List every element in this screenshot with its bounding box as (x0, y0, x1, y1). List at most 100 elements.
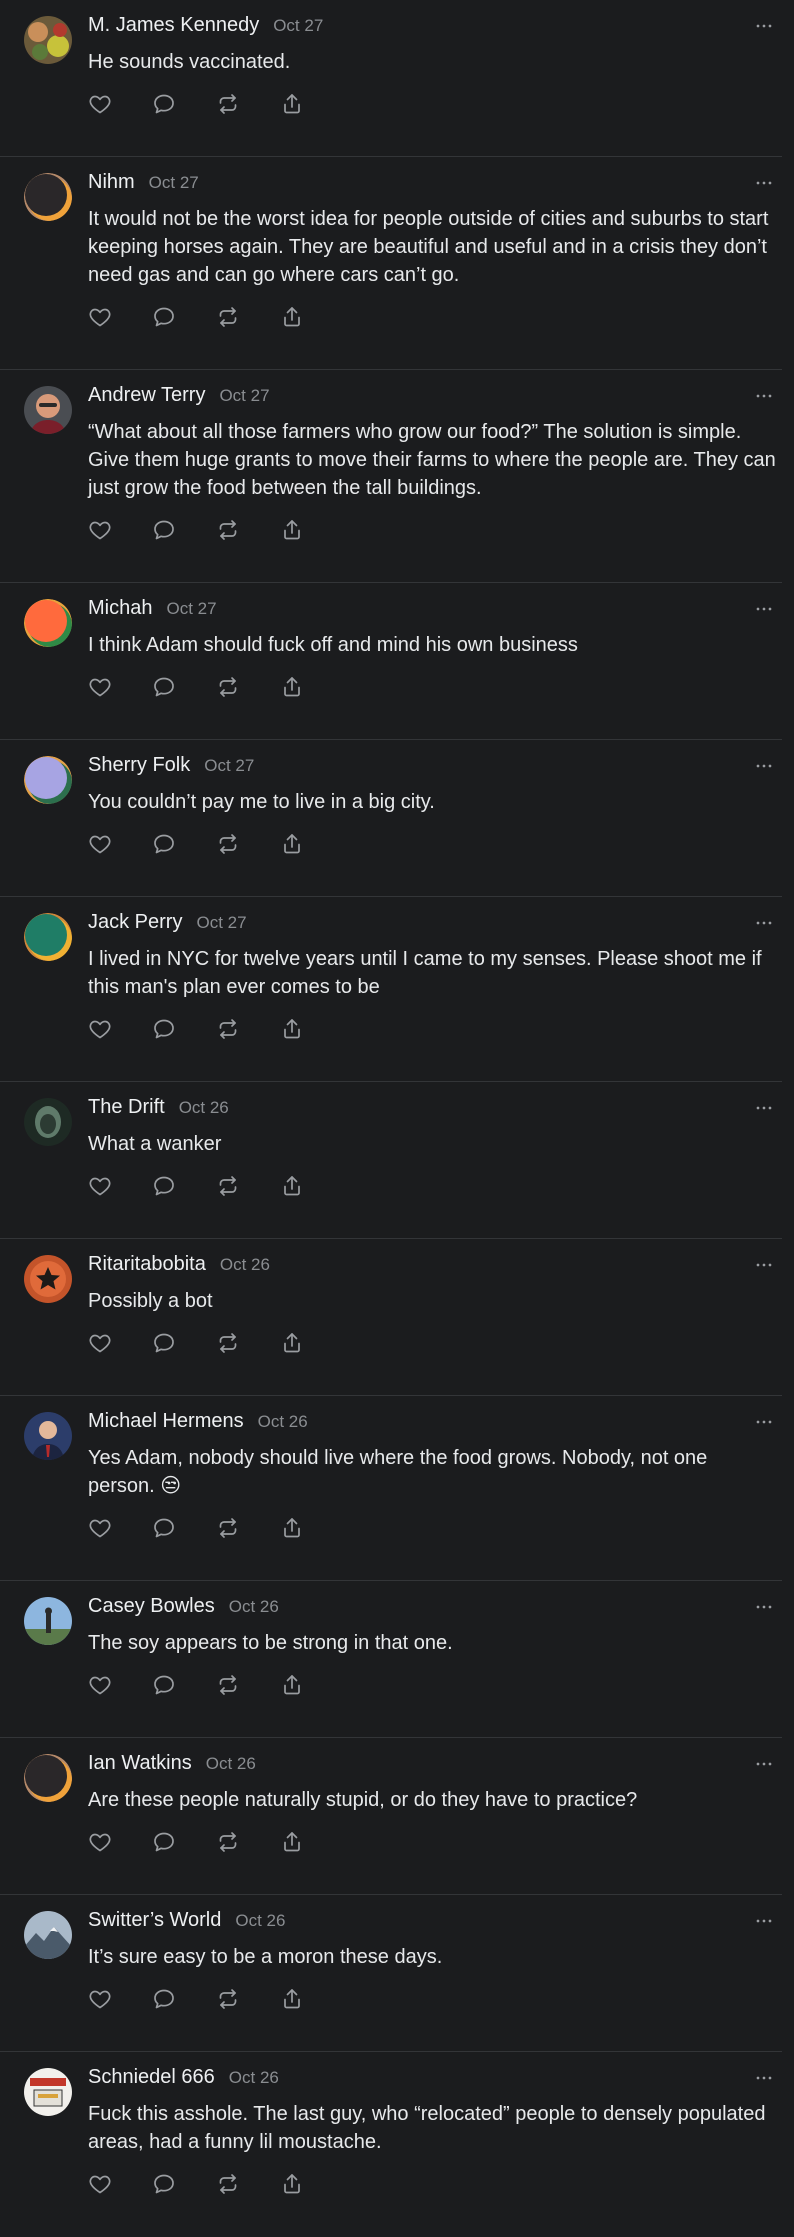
avatar[interactable] (24, 913, 72, 961)
avatar[interactable] (24, 1412, 72, 1460)
comment-button[interactable] (152, 1172, 216, 1200)
heart-button[interactable] (88, 1015, 152, 1043)
comment-header: M. James Kennedy Oct 27 (88, 14, 323, 40)
more-options-icon[interactable] (752, 386, 776, 406)
share-button[interactable] (280, 90, 344, 118)
comment-button[interactable] (152, 1985, 216, 2013)
more-options-icon[interactable] (752, 2068, 776, 2088)
avatar[interactable] (24, 1597, 72, 1645)
avatar[interactable] (24, 173, 72, 221)
share-button[interactable] (280, 830, 344, 858)
avatar[interactable] (24, 16, 72, 64)
share-button[interactable] (280, 303, 344, 331)
author-name[interactable]: Michah (88, 597, 152, 620)
heart-button[interactable] (88, 1985, 152, 2013)
comment-button[interactable] (152, 303, 216, 331)
author-name[interactable]: Schniedel 666 (88, 2066, 215, 2089)
comment-button[interactable] (152, 90, 216, 118)
heart-button[interactable] (88, 830, 152, 858)
heart-button[interactable] (88, 1329, 152, 1357)
avatar[interactable] (24, 756, 72, 804)
repost-button[interactable] (216, 1172, 280, 1200)
repost-button[interactable] (216, 1015, 280, 1043)
author-name[interactable]: Switter’s World (88, 1909, 221, 1932)
comment-icon (152, 92, 176, 116)
repost-button[interactable] (216, 673, 280, 701)
comment-date: Oct 26 (228, 1597, 279, 1616)
avatar[interactable] (24, 599, 72, 647)
comment-button[interactable] (152, 830, 216, 858)
more-options-icon[interactable] (752, 1098, 776, 1118)
heart-button[interactable] (88, 516, 152, 544)
more-options-icon[interactable] (752, 173, 776, 193)
comment-item: Schniedel 666 Oct 26 Fuck this asshole. … (0, 2052, 782, 2237)
more-options-icon[interactable] (752, 1412, 776, 1432)
author-name[interactable]: M. James Kennedy (88, 14, 259, 37)
more-options-icon[interactable] (752, 1754, 776, 1774)
comment-date: Oct 27 (219, 386, 270, 405)
author-name[interactable]: Ritaritabobita (88, 1253, 206, 1276)
comment-button[interactable] (152, 1329, 216, 1357)
repost-button[interactable] (216, 1828, 280, 1856)
share-button[interactable] (280, 1514, 344, 1542)
repost-button[interactable] (216, 1671, 280, 1699)
comment-button[interactable] (152, 1828, 216, 1856)
avatar[interactable] (24, 1754, 72, 1802)
share-button[interactable] (280, 673, 344, 701)
repost-button[interactable] (216, 516, 280, 544)
repost-button[interactable] (216, 830, 280, 858)
share-button[interactable] (280, 516, 344, 544)
author-name[interactable]: Jack Perry (88, 911, 182, 934)
comment-header: Ian Watkins Oct 26 (88, 1752, 256, 1778)
more-options-icon[interactable] (752, 913, 776, 933)
more-options-icon[interactable] (752, 16, 776, 36)
heart-button[interactable] (88, 673, 152, 701)
comment-button[interactable] (152, 516, 216, 544)
share-button[interactable] (280, 1671, 344, 1699)
comment-button[interactable] (152, 2170, 216, 2198)
more-options-icon[interactable] (752, 1597, 776, 1617)
comment-button[interactable] (152, 1671, 216, 1699)
author-name[interactable]: Sherry Folk (88, 754, 190, 777)
avatar[interactable] (24, 1098, 72, 1146)
share-button[interactable] (280, 1985, 344, 2013)
heart-button[interactable] (88, 1172, 152, 1200)
author-name[interactable]: Andrew Terry (88, 384, 205, 407)
share-button[interactable] (280, 1329, 344, 1357)
more-options-icon[interactable] (752, 756, 776, 776)
comment-button[interactable] (152, 1514, 216, 1542)
heart-button[interactable] (88, 90, 152, 118)
share-button[interactable] (280, 1015, 344, 1043)
author-name[interactable]: Casey Bowles (88, 1595, 215, 1618)
comment-date: Oct 27 (196, 913, 247, 932)
more-options-icon[interactable] (752, 599, 776, 619)
author-name[interactable]: Ian Watkins (88, 1752, 192, 1775)
avatar[interactable] (24, 2068, 72, 2116)
share-button[interactable] (280, 2170, 344, 2198)
heart-button[interactable] (88, 303, 152, 331)
author-name[interactable]: Michael Hermens (88, 1410, 244, 1433)
heart-button[interactable] (88, 1671, 152, 1699)
heart-button[interactable] (88, 1514, 152, 1542)
repost-button[interactable] (216, 1985, 280, 2013)
comment-icon (152, 1830, 176, 1854)
repost-button[interactable] (216, 90, 280, 118)
avatar[interactable] (24, 1911, 72, 1959)
author-name[interactable]: Nihm (88, 171, 135, 194)
share-button[interactable] (280, 1172, 344, 1200)
heart-button[interactable] (88, 1828, 152, 1856)
avatar[interactable] (24, 1255, 72, 1303)
repost-button[interactable] (216, 1514, 280, 1542)
comment-button[interactable] (152, 1015, 216, 1043)
repost-button[interactable] (216, 2170, 280, 2198)
avatar[interactable] (24, 386, 72, 434)
comment-button[interactable] (152, 673, 216, 701)
more-options-icon[interactable] (752, 1255, 776, 1275)
repost-button[interactable] (216, 303, 280, 331)
author-name[interactable]: The Drift (88, 1096, 165, 1119)
share-button[interactable] (280, 1828, 344, 1856)
repost-button[interactable] (216, 1329, 280, 1357)
heart-button[interactable] (88, 2170, 152, 2198)
more-options-icon[interactable] (752, 1911, 776, 1931)
repost-icon (216, 1516, 240, 1540)
